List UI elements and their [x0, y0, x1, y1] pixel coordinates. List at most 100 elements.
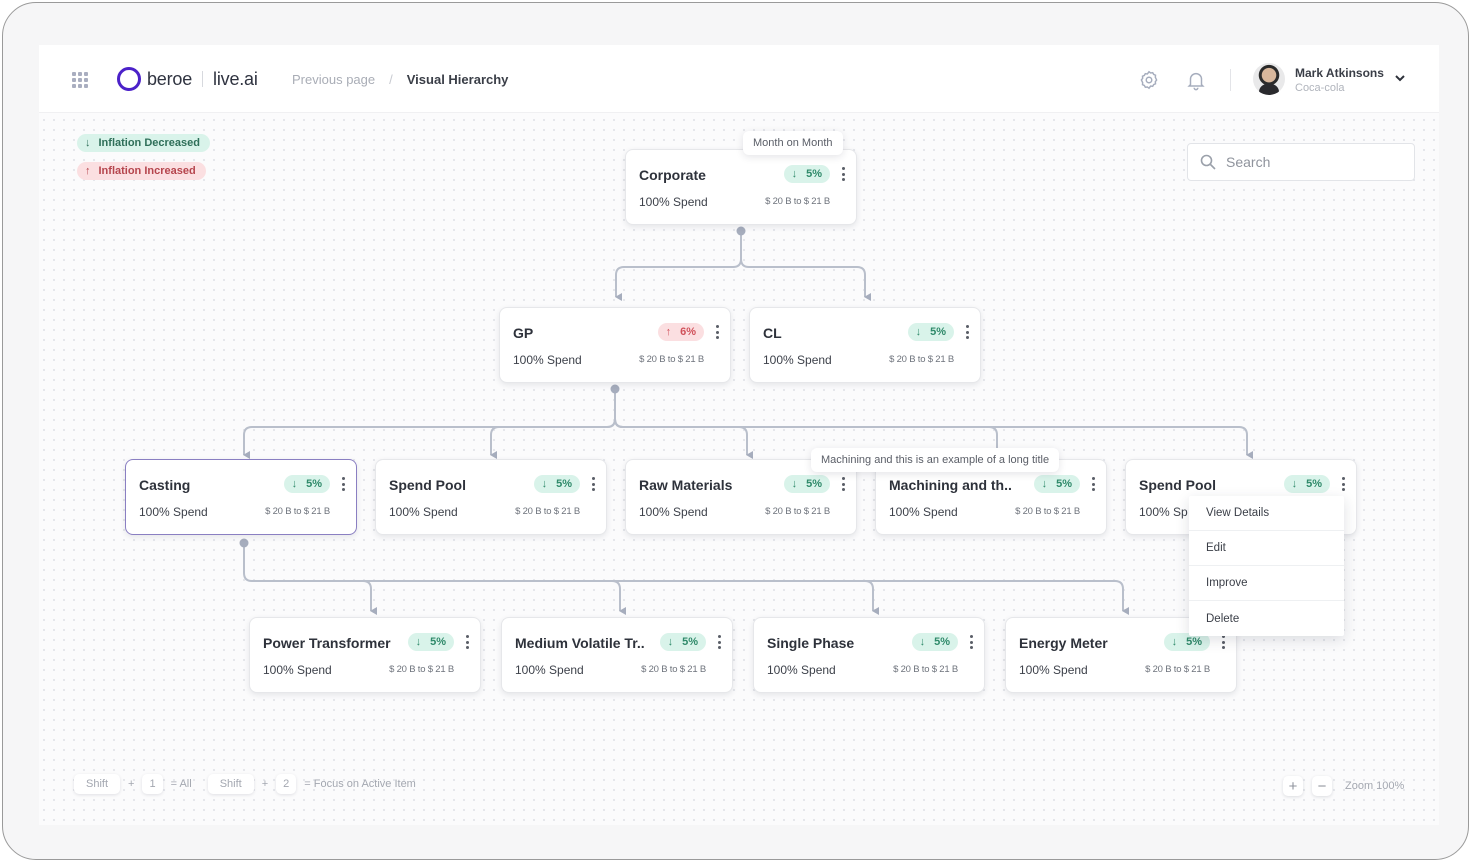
node-range: $ 20 B to $ 21 B: [1145, 664, 1210, 675]
node-corporate[interactable]: Corporate ↓ 5% 100% Spend $ 20 B to $ 21…: [625, 149, 857, 225]
more-options-icon[interactable]: [462, 634, 472, 650]
arrow-down-icon: ↓: [791, 478, 798, 490]
connector-gp-rawmaterials: [614, 418, 753, 459]
more-options-icon[interactable]: [838, 476, 848, 492]
connector-corporate-cl: [740, 233, 871, 301]
zoom-out-button[interactable]: −: [1312, 776, 1332, 796]
menu-item-view-details[interactable]: View Details: [1189, 496, 1344, 531]
node-spend: 100% Spend: [389, 505, 458, 519]
zoom-level: Zoom 100%: [1345, 780, 1405, 792]
arrow-down-icon: ↓: [919, 636, 926, 648]
arrow-down-icon: ↓: [85, 137, 91, 149]
node-spend: 100% Spend: [763, 353, 832, 367]
node-range: $ 20 B to $ 21 B: [1015, 506, 1080, 517]
notification-bell-icon[interactable]: [1185, 69, 1207, 91]
zoom-in-button[interactable]: +: [1283, 776, 1303, 796]
node-power-transformer[interactable]: Power Transformer ↓ 5% 100% Spend $ 20 B…: [249, 617, 481, 693]
node-casting[interactable]: Casting ↓ 5% 100% Spend $ 20 B to $ 21 B: [125, 459, 357, 535]
plus-sign: +: [261, 778, 269, 790]
app-window: beroe live.ai Previous page / Visual Hie…: [39, 45, 1439, 825]
top-bar: beroe live.ai Previous page / Visual Hie…: [39, 45, 1439, 113]
connector-dot-gp: [610, 384, 620, 394]
trend-value: 5%: [430, 636, 446, 648]
user-org: Coca-cola: [1295, 82, 1345, 94]
more-options-icon[interactable]: [966, 634, 976, 650]
node-spend: 100% Spend: [263, 663, 332, 677]
arrow-down-icon: ↓: [415, 636, 422, 648]
node-range: $ 20 B to $ 21 B: [515, 506, 580, 517]
node-range: $ 20 B to $ 21 B: [641, 664, 706, 675]
node-title: Casting: [139, 477, 191, 493]
breadcrumb-previous[interactable]: Previous page: [292, 72, 375, 87]
trend-value: 5%: [306, 478, 322, 490]
trend-value: 5%: [1056, 478, 1072, 490]
node-range: $ 20 B to $ 21 B: [893, 664, 958, 675]
node-spend: 100% Spend: [639, 505, 708, 519]
more-options-icon[interactable]: [338, 476, 348, 492]
more-options-icon[interactable]: [962, 324, 972, 340]
connector-gp-spendpool1: [490, 418, 616, 459]
keyboard-shortcuts: Shift + 1 = All Shift + 2 = Focus on Act…: [74, 774, 416, 794]
device-frame: beroe live.ai Previous page / Visual Hie…: [2, 2, 1469, 860]
trend-badge: ↓ 5%: [783, 165, 830, 183]
node-range: $ 20 B to $ 21 B: [389, 664, 454, 675]
menu-item-delete[interactable]: Delete: [1189, 601, 1344, 636]
key-shift: Shift: [207, 774, 254, 794]
node-context-menu: View Details Edit Improve Delete: [1189, 496, 1344, 636]
trend-badge: ↓ 5%: [407, 633, 454, 651]
node-title: Corporate: [639, 167, 706, 183]
zoom-controls: + − Zoom 100%: [1283, 776, 1404, 796]
connector-casting-energy: [252, 580, 1129, 615]
node-spend: 100% Spend: [1019, 663, 1088, 677]
key-shift: Shift: [74, 774, 121, 794]
node-title: Spend Pool: [1139, 477, 1216, 493]
arrow-up-icon: ↑: [665, 326, 672, 338]
node-cl[interactable]: CL ↓ 5% 100% Spend $ 20 B to $ 21 B: [749, 307, 981, 383]
node-spend-pool-1[interactable]: Spend Pool ↓ 5% 100% Spend $ 20 B to $ 2…: [375, 459, 607, 535]
logo[interactable]: beroe live.ai: [117, 67, 258, 91]
more-options-icon[interactable]: [588, 476, 598, 492]
settings-icon[interactable]: [1138, 69, 1160, 91]
node-range: $ 20 B to $ 21 B: [889, 354, 954, 365]
chevron-down-icon[interactable]: [1394, 72, 1406, 84]
menu-item-edit[interactable]: Edit: [1189, 531, 1344, 566]
arrow-up-icon: ↑: [85, 165, 91, 177]
node-gp[interactable]: GP ↑ 6% 100% Spend $ 20 B to $ 21 B: [499, 307, 731, 383]
trend-badge: ↓ 5%: [659, 633, 706, 651]
logo-divider: [202, 71, 204, 87]
more-options-icon[interactable]: [714, 634, 724, 650]
trend-badge: ↓ 5%: [907, 323, 954, 341]
tooltip-month-on-month: Month on Month: [743, 131, 843, 155]
menu-item-improve[interactable]: Improve: [1189, 566, 1344, 601]
legend-inflation-decreased: ↓ Inflation Decreased: [77, 134, 210, 152]
node-single-phase[interactable]: Single Phase ↓ 5% 100% Spend $ 20 B to $…: [753, 617, 985, 693]
shortcut-result-focus: = Focus on Active Item: [304, 778, 416, 790]
arrow-down-icon: ↓: [1041, 478, 1048, 490]
shortcut-result-all: = All: [170, 778, 192, 790]
key-2: 2: [276, 774, 297, 794]
trend-badge: ↓ 5%: [911, 633, 958, 651]
node-spend: 100% Spend: [889, 505, 958, 519]
trend-value: 6%: [680, 326, 696, 338]
logo-ring-icon: [117, 67, 141, 91]
more-options-icon[interactable]: [1218, 634, 1228, 650]
node-spend: 100% Spend: [513, 353, 582, 367]
user-avatar[interactable]: [1253, 63, 1285, 95]
more-options-icon[interactable]: [838, 166, 848, 182]
search-box[interactable]: [1187, 143, 1415, 181]
legend-label: Inflation Decreased: [98, 137, 200, 149]
arrow-down-icon: ↓: [291, 478, 298, 490]
legend-label: Inflation Increased: [98, 165, 196, 177]
user-name[interactable]: Mark Atkinsons: [1295, 66, 1384, 80]
more-options-icon[interactable]: [712, 324, 722, 340]
more-options-icon[interactable]: [1088, 476, 1098, 492]
search-input[interactable]: [1226, 154, 1396, 170]
more-options-icon[interactable]: [1338, 476, 1348, 492]
apps-grid-icon[interactable]: [72, 72, 88, 88]
connector-casting-single: [252, 580, 879, 615]
logo-brand: beroe: [147, 68, 193, 89]
trend-badge: ↓ 5%: [533, 475, 580, 493]
node-medium-volatile[interactable]: Medium Volatile Tr.. ↓ 5% 100% Spend $ 2…: [501, 617, 733, 693]
breadcrumb-current: Visual Hierarchy: [406, 72, 509, 87]
trend-value: 5%: [934, 636, 950, 648]
